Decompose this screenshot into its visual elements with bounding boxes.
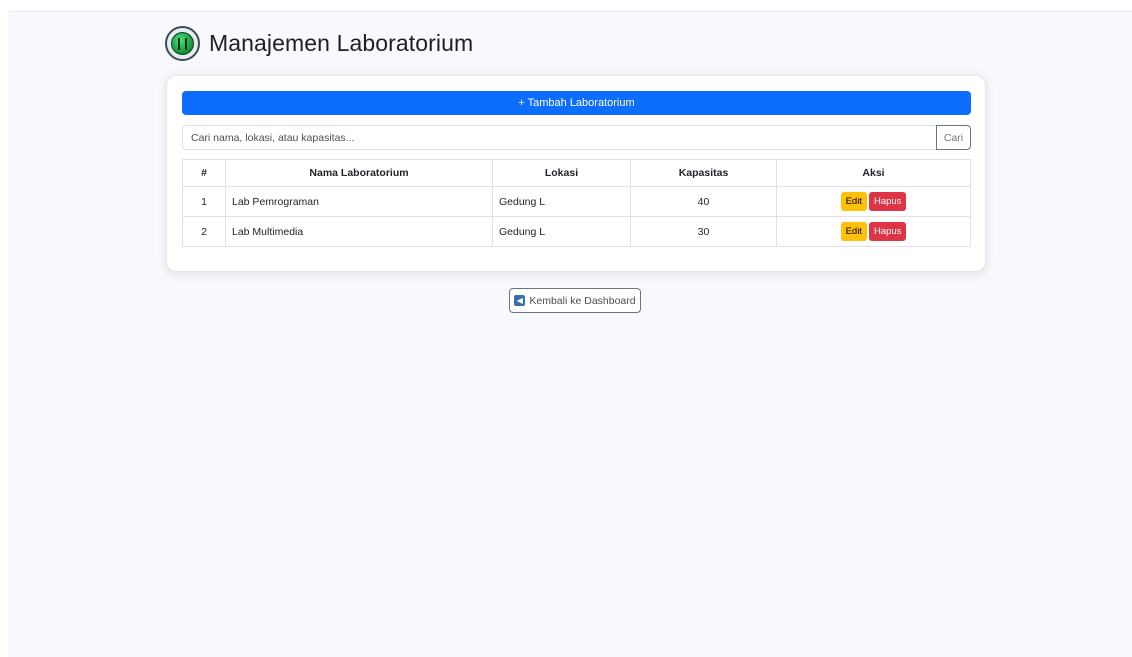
page-header: Manajemen Laboratorium	[165, 26, 473, 61]
lab-location: Gedung L	[492, 186, 631, 217]
delete-button[interactable]: Hapus	[868, 222, 907, 241]
back-button-label: Kembali ke Dashboard	[529, 294, 636, 307]
page-title: Manajemen Laboratorium	[209, 30, 474, 56]
table-row: 1 Lab Pemrograman Gedung L 40 Edit Hapus	[182, 186, 971, 217]
edit-button[interactable]: Edit	[840, 222, 867, 241]
back-to-dashboard-button[interactable]: ◀ Kembali ke Dashboard	[509, 288, 641, 313]
row-number: 1	[182, 186, 226, 217]
column-header-capacity: Kapasitas	[630, 159, 777, 187]
table-header-row: # Nama Laboratorium Lokasi Kapasitas Aks…	[182, 159, 971, 187]
lab-card: + Tambah Laboratorium Cari # Nama Labora…	[166, 75, 986, 272]
lab-capacity: 40	[630, 186, 777, 217]
lab-name: Lab Pemrograman	[225, 186, 493, 217]
column-header-number: #	[182, 159, 226, 187]
row-number: 2	[182, 216, 226, 247]
row-actions: Edit Hapus	[776, 216, 971, 247]
lab-location: Gedung L	[492, 216, 631, 247]
search-button[interactable]: Cari	[936, 125, 971, 150]
search-bar: Cari	[182, 125, 971, 150]
laboratory-table: # Nama Laboratorium Lokasi Kapasitas Aks…	[182, 159, 971, 247]
lab-name: Lab Multimedia	[225, 216, 493, 247]
add-laboratory-button[interactable]: + Tambah Laboratorium	[182, 91, 971, 115]
search-input[interactable]	[182, 125, 936, 150]
lab-capacity: 30	[630, 216, 777, 247]
column-header-actions: Aksi	[776, 159, 971, 187]
edit-button[interactable]: Edit	[840, 192, 867, 211]
row-actions: Edit Hapus	[776, 186, 971, 217]
delete-button[interactable]: Hapus	[868, 192, 907, 211]
table-row: 2 Lab Multimedia Gedung L 30 Edit Hapus	[182, 216, 971, 247]
arrow-left-square-icon: ◀	[514, 295, 526, 306]
column-header-name: Nama Laboratorium	[225, 159, 493, 187]
university-seal-icon	[165, 26, 200, 61]
column-header-location: Lokasi	[492, 159, 631, 187]
